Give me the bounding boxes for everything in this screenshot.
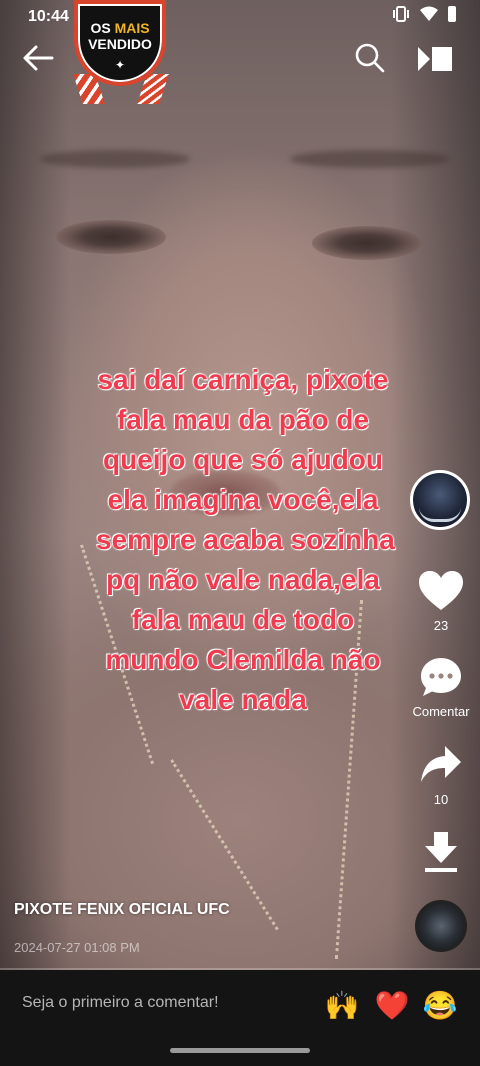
star-icon: ✦ [114, 58, 126, 72]
comment-bubble-icon [421, 658, 461, 696]
comment-label: Comentar [412, 704, 470, 719]
caption-line: ela imagina você,ela [107, 484, 379, 515]
heart-icon [419, 571, 463, 610]
download-icon [425, 832, 457, 872]
left-eye [56, 220, 166, 254]
status-time: 10:44 [28, 8, 69, 25]
quick-reaction-hands-icon[interactable]: 🙌 [322, 986, 362, 1026]
left-eyebrow [40, 150, 190, 168]
best-seller-badge: OS MAIS VENDIDO ✦ [66, 0, 176, 105]
caption-line: sempre acaba sozinha [96, 524, 395, 555]
post-date: 2024-07-27 01:08 PM [14, 940, 140, 955]
video-mode-button[interactable] [416, 42, 456, 76]
share-count: 10 [433, 792, 449, 807]
caption-line: mundo Clemilda não [105, 644, 381, 675]
caption-line: fala mau da pão de [116, 404, 370, 435]
play-next-icon [418, 47, 452, 71]
caption-line: pq não vale nada,ela [106, 564, 380, 595]
music-disc-icon[interactable] [415, 900, 467, 952]
download-button[interactable] [405, 830, 477, 874]
quick-reaction-heart-icon[interactable]: ❤️ [372, 986, 412, 1026]
share-button[interactable]: 10 [405, 744, 477, 807]
home-indicator[interactable] [170, 1048, 310, 1053]
quick-reaction-laugh-icon[interactable]: 😂 [420, 986, 460, 1026]
badge-line-2: VENDIDO [88, 36, 152, 52]
video-shadow-left [0, 0, 70, 970]
laurel-icon [419, 507, 461, 522]
caption-line: sai daí carniça, pixote [97, 364, 389, 395]
vibrate-icon [393, 6, 409, 22]
wifi-icon [420, 6, 438, 21]
caption-line: vale nada [179, 684, 307, 715]
back-button[interactable] [18, 38, 58, 78]
comment-bar: Seja o primeiro a comentar! 🙌 ❤️ 😂 [0, 970, 480, 1066]
comment-input[interactable]: Seja o primeiro a comentar! [22, 994, 219, 1012]
caption-line: queijo que só ajudou [103, 444, 383, 475]
like-button[interactable]: 23 [405, 570, 477, 633]
search-button[interactable] [352, 40, 388, 76]
video-caption: sai daí carniça, pixote fala mau da pão … [96, 360, 395, 720]
caption-line: fala mau de todo [131, 604, 355, 635]
right-eye [312, 226, 422, 260]
arrow-left-icon [23, 45, 54, 71]
search-icon [355, 43, 385, 73]
post-author[interactable]: PIXOTE FENIX OFICIAL UFC [14, 901, 230, 919]
like-count: 23 [433, 618, 449, 633]
creator-avatar[interactable] [410, 470, 470, 530]
status-icons [392, 6, 456, 22]
badge-line-1: OS MAIS [90, 20, 150, 36]
share-arrow-icon [421, 746, 461, 782]
video-player-screen[interactable]: 10:44 OS MAIS VENDIDO ✦ sai daí carniça,… [0, 0, 480, 1066]
right-eyebrow [290, 150, 450, 168]
comment-button[interactable]: Comentar [405, 656, 477, 719]
battery-icon [448, 6, 456, 22]
